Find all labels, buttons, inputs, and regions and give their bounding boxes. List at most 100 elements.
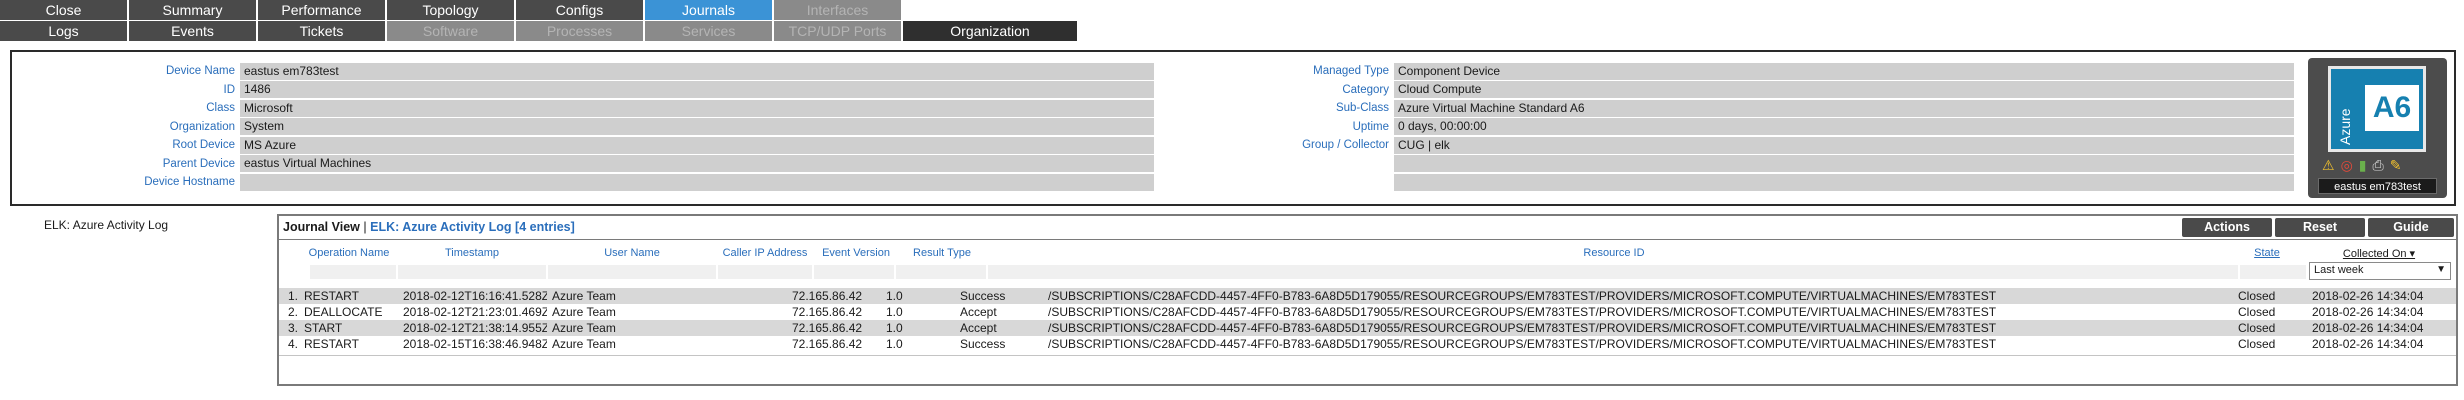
filter-event-version[interactable]: [813, 264, 895, 280]
row-caller-ip: 72.165.86.42: [792, 321, 863, 335]
col-event-version[interactable]: Event Version: [815, 247, 897, 261]
table-bottom-divider: [279, 355, 2456, 356]
journal-header-divider: [279, 239, 2456, 240]
filter-collected-on-select[interactable]: Last week ▼: [2309, 262, 2451, 280]
tab-journals[interactable]: Journals: [645, 0, 772, 20]
tab-tickets[interactable]: Tickets: [258, 21, 385, 41]
table-row[interactable]: 2. DEALLOCATE 2018-02-12T21:23:01.469Z A…: [279, 304, 2456, 320]
device-id-value: 1486: [240, 81, 1154, 99]
filter-resource-id[interactable]: [987, 264, 2239, 280]
tab-close[interactable]: Close: [0, 0, 127, 20]
chevron-down-icon: ▼: [2436, 264, 2446, 275]
col-collected-on[interactable]: Collected On ▾: [2309, 247, 2449, 261]
lifebuoy-icon[interactable]: ◎: [2341, 158, 2353, 172]
col-caller-ip[interactable]: Caller IP Address: [717, 247, 813, 261]
wrench-icon[interactable]: ✎: [2390, 158, 2402, 172]
row-resource-id: /SUBSCRIPTIONS/C28AFCDD-4457-4FF0-B783-6…: [1048, 321, 1997, 335]
row-event-version: 1.0: [886, 337, 903, 351]
printer-icon[interactable]: ⎙: [2373, 158, 2384, 172]
category-label: Category: [1342, 83, 1389, 96]
col-operation-name[interactable]: Operation Name: [301, 247, 397, 261]
journal-header: Journal View | ELK: Azure Activity Log […: [279, 216, 2456, 238]
row-caller-ip: 72.165.86.42: [792, 305, 863, 319]
col-state[interactable]: State: [2239, 247, 2295, 261]
row-state: Closed: [2238, 321, 2276, 335]
row-caller-ip: 72.165.86.42: [792, 289, 863, 303]
managed-type-value: Component Device: [1394, 62, 2294, 80]
azure-a6-logo: Azure A6: [2328, 66, 2426, 152]
col-resource-id[interactable]: Resource ID: [989, 247, 2239, 261]
tab-logs[interactable]: Logs: [0, 21, 127, 41]
device-card: Azure A6 ⚠ ◎ ▮ ⎙ ✎ eastus em783test: [2308, 58, 2447, 198]
device-hostname-label: Device Hostname: [144, 176, 235, 189]
row-event-version: 1.0: [886, 289, 903, 303]
col-result-type[interactable]: Result Type: [897, 247, 987, 261]
row-resource-id: /SUBSCRIPTIONS/C28AFCDD-4457-4FF0-B783-6…: [1048, 289, 1997, 303]
group-collector-value: CUG | elk: [1394, 136, 2294, 154]
tab-configs[interactable]: Configs: [516, 0, 643, 20]
row-number: 3.: [287, 321, 298, 335]
azure-logo-text: Azure: [2337, 108, 2353, 145]
device-hostname-value: [240, 173, 1154, 191]
tab-bar-row-1: Close Summary Performance Topology Confi…: [0, 0, 903, 20]
tab-performance[interactable]: Performance: [258, 0, 385, 20]
row-operation: START: [304, 321, 343, 335]
device-root-value: MS Azure: [240, 136, 1154, 154]
uptime-label: Uptime: [1352, 120, 1389, 133]
table-row[interactable]: 4. RESTART 2018-02-15T16:38:46.948Z Azur…: [279, 336, 2456, 352]
tab-bar-row-2: Logs Events Tickets Software Processes S…: [0, 21, 1079, 41]
row-operation: RESTART: [304, 289, 359, 303]
filter-user[interactable]: [547, 264, 717, 280]
journal-view-label: Journal View: [283, 220, 360, 234]
row-caller-ip: 72.165.86.42: [792, 337, 863, 351]
filter-state[interactable]: [2239, 264, 2307, 280]
row-result-type: Success: [960, 337, 1006, 351]
left-journal-caption[interactable]: ELK: Azure Activity Log: [44, 218, 168, 232]
warning-icon[interactable]: ⚠: [2322, 158, 2335, 172]
tab-events[interactable]: Events: [129, 21, 256, 41]
filter-timestamp[interactable]: [397, 264, 547, 280]
group-collector-label: Group / Collector: [1302, 139, 1389, 152]
journal-panel: Journal View | ELK: Azure Activity Log […: [277, 214, 2458, 386]
row-resource-id: /SUBSCRIPTIONS/C28AFCDD-4457-4FF0-B783-6…: [1048, 305, 1997, 319]
filter-operation[interactable]: [309, 264, 397, 280]
reset-button[interactable]: Reset: [2275, 218, 2365, 237]
row-operation: RESTART: [304, 337, 359, 351]
filter-result-type[interactable]: [895, 264, 987, 280]
row-user: Azure Team: [552, 305, 616, 319]
device-id-label: ID: [223, 83, 236, 96]
device-root-label: Root Device: [172, 139, 235, 152]
device-organization-label: Organization: [169, 120, 235, 133]
tab-summary[interactable]: Summary: [129, 0, 256, 20]
device-organization-value: System: [240, 118, 1154, 136]
row-collected-on: 2018-02-26 14:34:04: [2312, 337, 2424, 351]
row-collected-on: 2018-02-26 14:34:04: [2312, 305, 2424, 319]
row-number: 2.: [287, 305, 298, 319]
row-user: Azure Team: [552, 289, 616, 303]
row-result-type: Success: [960, 289, 1006, 303]
uptime-value: 0 days, 00:00:00: [1394, 118, 2294, 136]
row-resource-id: /SUBSCRIPTIONS/C28AFCDD-4457-4FF0-B783-6…: [1048, 337, 1997, 351]
table-row[interactable]: 1. RESTART 2018-02-12T16:16:41.528Z Azur…: [279, 288, 2456, 304]
actions-button[interactable]: Actions: [2182, 218, 2272, 237]
journal-title-separator: |: [363, 220, 367, 234]
row-operation: DEALLOCATE: [304, 305, 383, 319]
tab-interfaces: Interfaces: [774, 0, 901, 20]
tab-organization[interactable]: Organization: [903, 21, 1077, 41]
row-user: Azure Team: [552, 321, 616, 335]
tab-tcp-udp-ports: TCP/UDP Ports: [774, 21, 901, 41]
row-number: 1.: [287, 289, 298, 303]
guide-button[interactable]: Guide: [2368, 218, 2454, 237]
col-user-name[interactable]: User Name: [547, 247, 717, 261]
table-row[interactable]: 3. START 2018-02-12T21:38:14.955Z Azure …: [279, 320, 2456, 336]
device-name-value: eastus em783test: [240, 62, 1154, 80]
filter-caller-ip[interactable]: [717, 264, 813, 280]
filter-collected-on-value: Last week: [2314, 264, 2364, 276]
col-timestamp[interactable]: Timestamp: [397, 247, 547, 261]
device-class-label: Class: [206, 102, 235, 115]
bar-chart-icon[interactable]: ▮: [2359, 158, 2367, 172]
row-user: Azure Team: [552, 337, 616, 351]
journal-title: Journal View | ELK: Azure Activity Log […: [283, 220, 575, 234]
tab-topology[interactable]: Topology: [387, 0, 514, 20]
row-state: Closed: [2238, 305, 2276, 319]
